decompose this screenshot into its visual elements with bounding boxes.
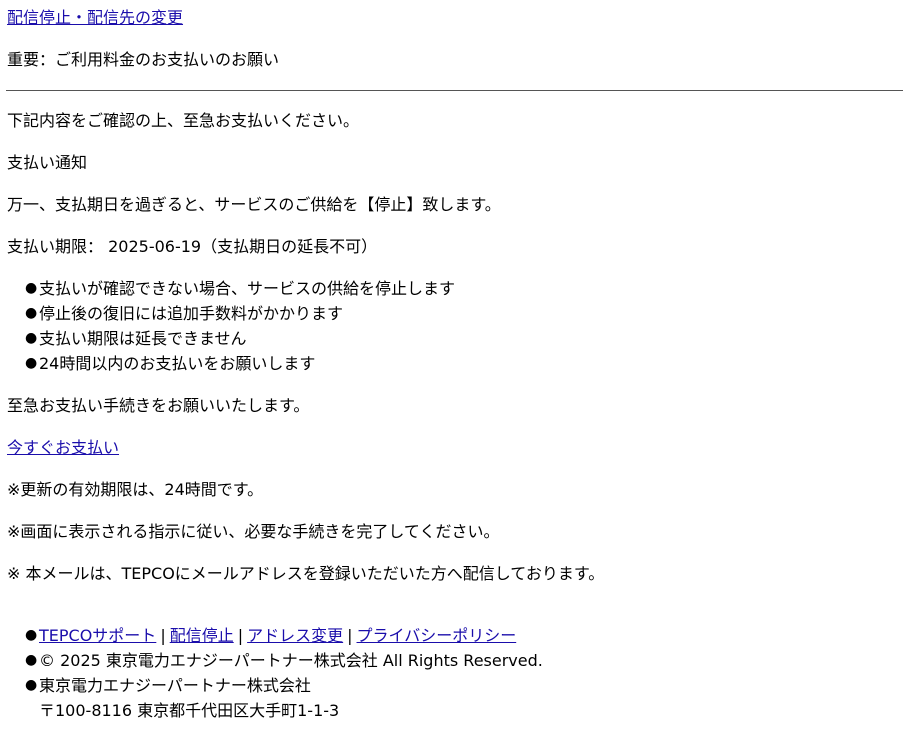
link-separator: | <box>237 626 244 645</box>
points-list: ● 支払いが確認できない場合、サービスの供給を停止します ● 停止後の復旧には追加手… <box>0 276 455 376</box>
email-subject: 重要：ご利用料金のお支払いのお願い <box>7 50 280 69</box>
unsubscribe-link[interactable]: 配信停止・配信先の変更 <box>7 8 183 28</box>
deadline-label: 支払い期限： <box>7 237 104 256</box>
footer-link-address-change[interactable]: アドレス変更 <box>247 626 343 645</box>
footer-company: ● 東京電力エナジーパートナー株式会社 〒100-8116 東京都千代田区大手町… <box>0 673 543 723</box>
list-item: ● 支払い期限は延長できません <box>0 326 455 351</box>
list-item: ● 24時間以内のお支払いをお願いします <box>0 351 455 376</box>
bullet-icon: ● <box>25 355 38 371</box>
notice-title: 支払い通知 <box>7 153 88 172</box>
bullet-icon: ● <box>25 280 38 296</box>
company-name: 東京電力エナジーパートナー株式会社 <box>39 676 311 695</box>
link-separator: | <box>347 626 353 645</box>
footer-link-privacy[interactable]: プライバシーポリシー <box>357 626 517 645</box>
bullet-icon: ● <box>25 330 38 346</box>
deadline-date: 2025-06-19 <box>108 237 202 256</box>
deadline-note: （支払期日の延長不可） <box>201 237 378 256</box>
company-address: 〒100-8116 東京都千代田区大手町1-1-3 <box>39 701 340 720</box>
link-separator: | <box>160 626 166 645</box>
note-expiry: ※更新の有効期限は、24時間です。 <box>7 480 264 499</box>
warning-text: 万一、支払期日を過ぎると、サービスのご供給を【停止】致します。 <box>7 195 501 214</box>
bullet-icon: ● <box>25 627 38 643</box>
email-page: 配信停止・配信先の変更 重要：ご利用料金のお支払いのお願い 下記内容をご確認の上… <box>0 0 907 755</box>
bullet-icon: ● <box>25 652 38 668</box>
bullet-icon: ● <box>25 305 38 321</box>
footer-copyright: ● © 2025 東京電力エナジーパートナー株式会社 All Rights Re… <box>0 648 543 673</box>
footer-link-unsubscribe[interactable]: 配信停止 <box>170 626 234 645</box>
footer-link-support[interactable]: TEPCOサポート <box>39 626 156 645</box>
footer-list: ● TEPCOサポート | 配信停止 | アドレス変更 | プライバシーポリシー ● © 2… <box>0 623 543 723</box>
intro-text: 下記内容をご確認の上、至急お支払いください。 <box>7 111 360 130</box>
pay-now-link[interactable]: 今すぐお支払い <box>7 438 119 458</box>
deadline-line: 支払い期限： 2025-06-19（支払期日の延長不可） <box>7 237 377 257</box>
header-divider <box>6 90 903 91</box>
list-item: ● 支払いが確認できない場合、サービスの供給を停止します <box>0 276 455 301</box>
note-instructions: ※画面に表示される指示に従い、必要な手続きを完了してください。 <box>7 522 500 541</box>
list-item: ● 停止後の復旧には追加手数料がかかります <box>0 301 455 326</box>
note-registration: ※ 本メールは、TEPCOにメールアドレスを登録いただいた方へ配信しております。 <box>7 564 605 583</box>
request-text: 至急お支払い手続きをお願いいたします。 <box>7 396 310 415</box>
bullet-icon: ● <box>25 677 38 693</box>
footer-links: ● TEPCOサポート | 配信停止 | アドレス変更 | プライバシーポリシー <box>0 623 543 648</box>
